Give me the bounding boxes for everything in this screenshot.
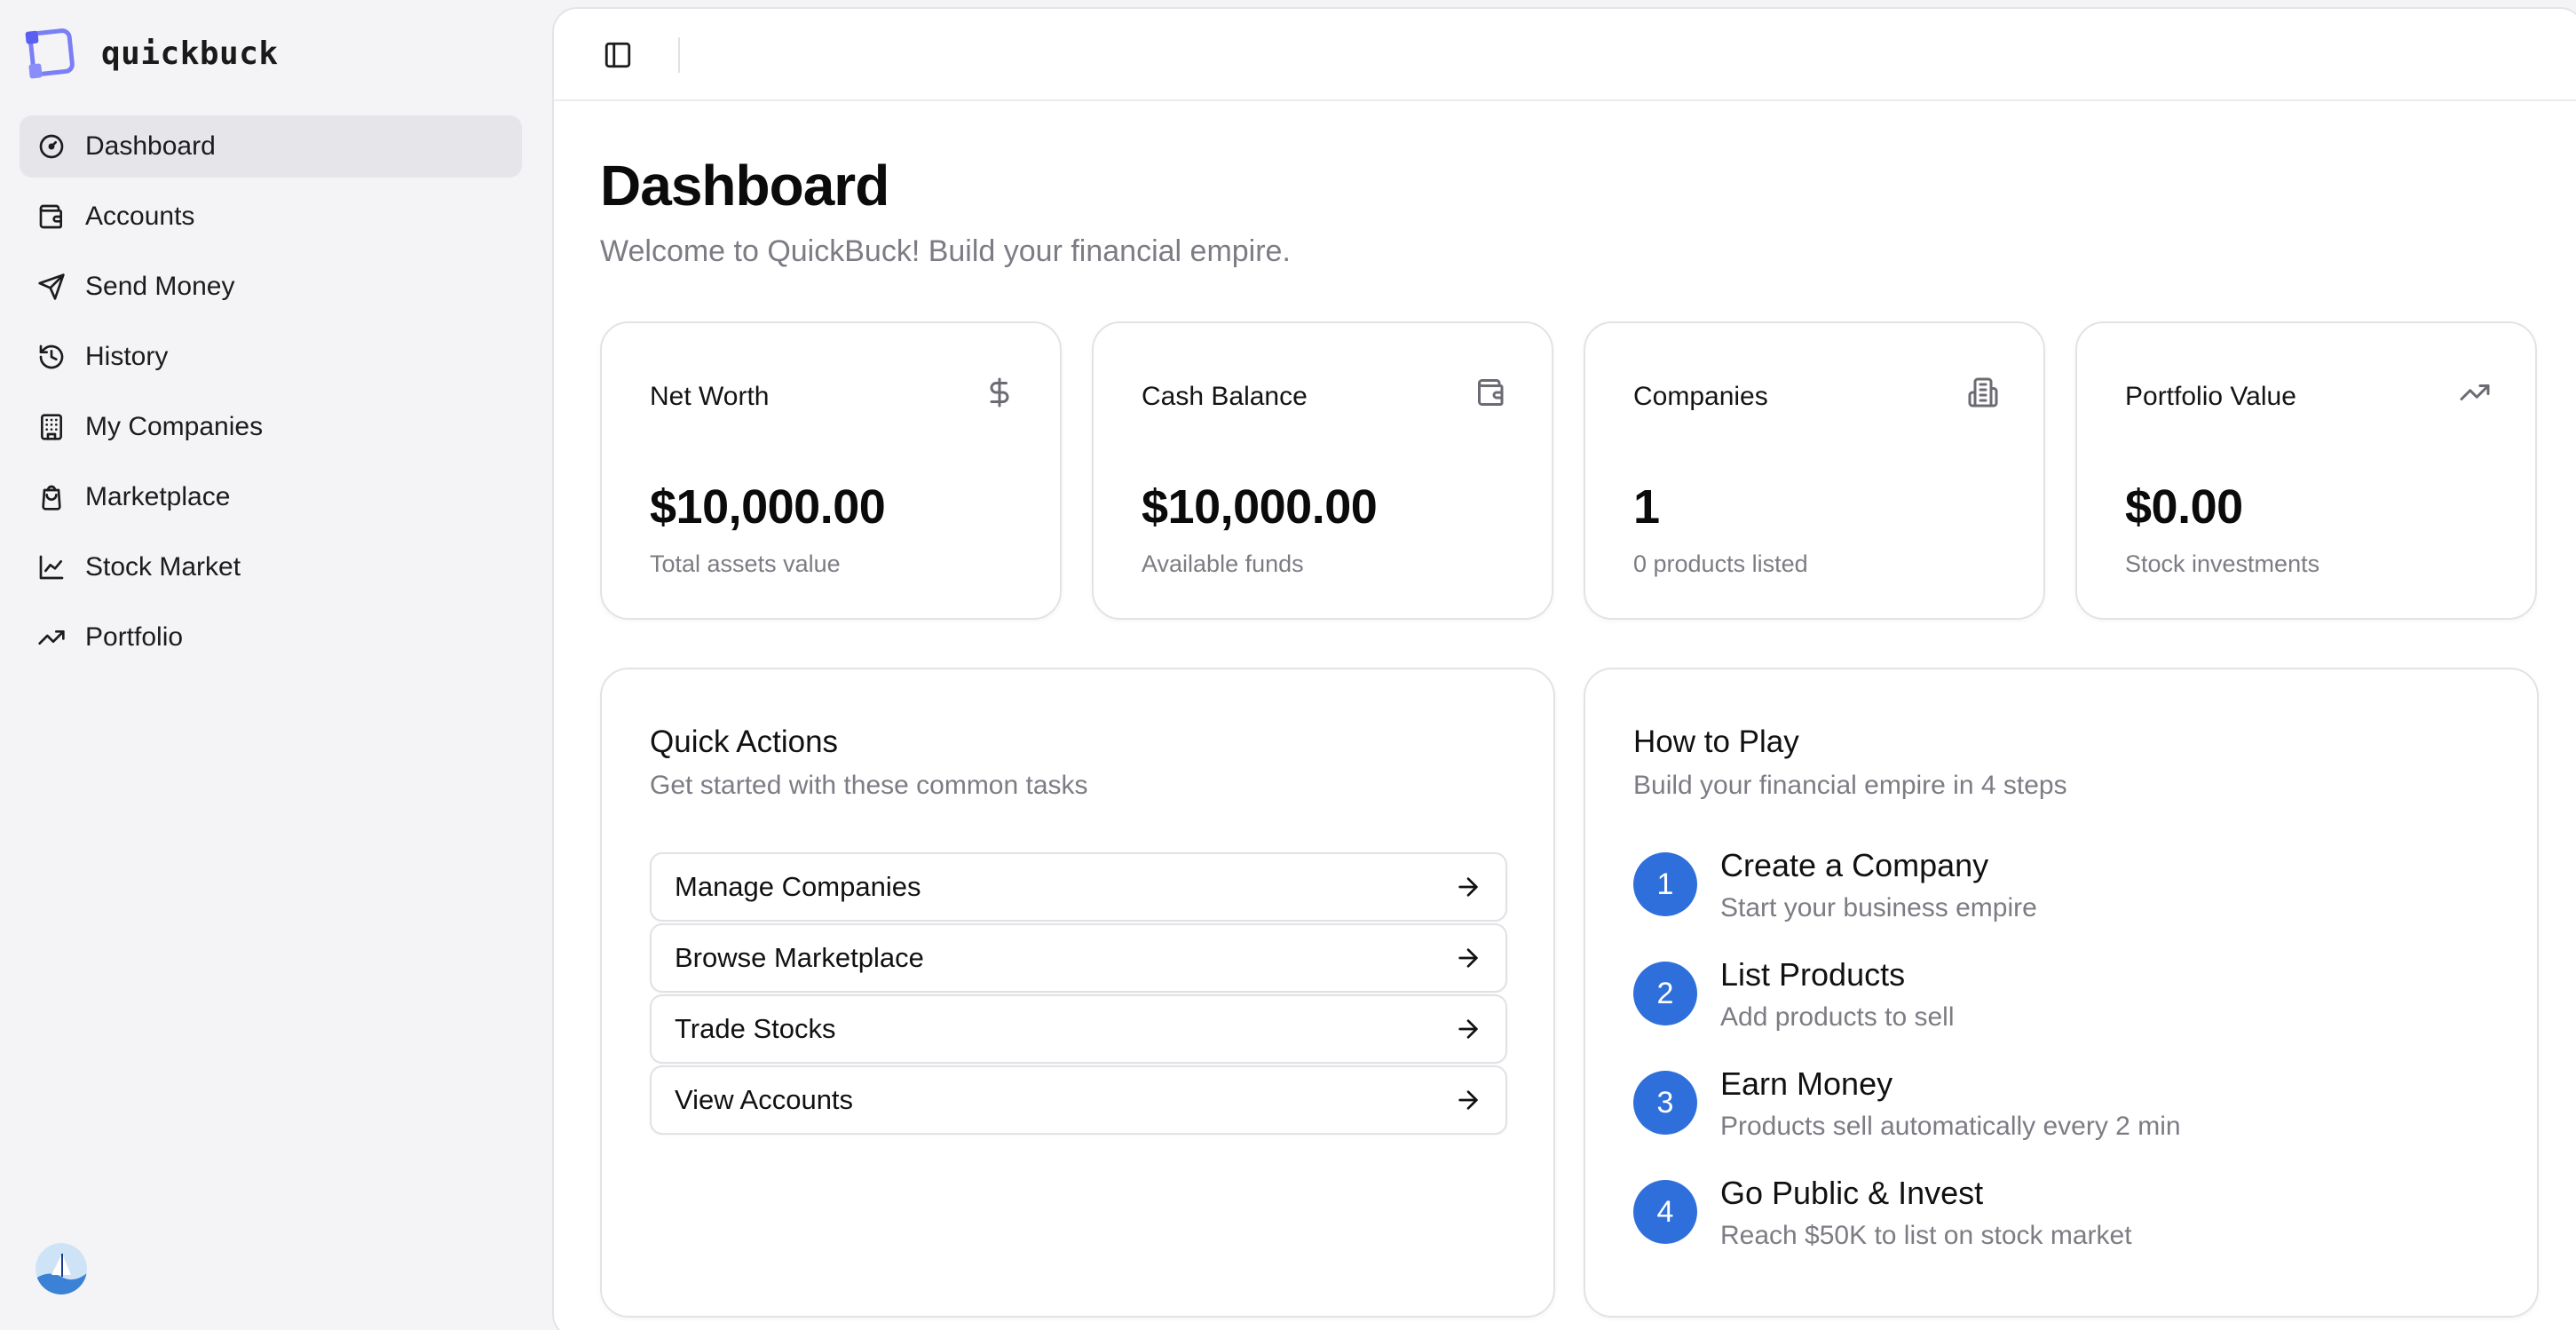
step-title: Create a Company (1720, 847, 1989, 883)
send-icon (37, 273, 66, 301)
stat-card-portfolio-value: Portfolio Value $0.00 Stock investments (2075, 321, 2537, 620)
stat-caption: Total assets value (650, 550, 841, 577)
main-panel: Dashboard Welcome to QuickBuck! Build yo… (552, 7, 2576, 1330)
line-chart-icon (37, 553, 66, 582)
stat-label: Portfolio Value (2125, 382, 2296, 411)
logo-icon (25, 27, 78, 80)
step-description: Reach $50K to list on stock market (1720, 1221, 2132, 1250)
panel-left-icon (603, 40, 633, 70)
stat-label: Companies (1633, 382, 1768, 411)
sidebar-item-marketplace[interactable]: Marketplace (20, 466, 522, 528)
step-title: Go Public & Invest (1720, 1175, 1984, 1211)
sidebar-item-send-money[interactable]: Send Money (20, 256, 522, 318)
stat-caption: Available funds (1142, 550, 1304, 577)
stat-card-cash-balance: Cash Balance $10,000.00 Available funds (1092, 321, 1553, 620)
step-item: 4 Go Public & Invest Reach $50K to list … (1633, 1175, 2181, 1258)
sidebar-item-label: Portfolio (85, 622, 184, 652)
sidebar-toggle-button[interactable] (595, 32, 641, 78)
stat-caption: 0 products listed (1633, 550, 1808, 577)
button-label: Manage Companies (675, 871, 921, 902)
step-number-badge: 3 (1633, 1071, 1697, 1135)
arrow-right-icon (1454, 873, 1482, 901)
history-icon (37, 343, 66, 371)
view-accounts-button[interactable]: View Accounts (650, 1065, 1507, 1135)
stat-value: $10,000.00 (1142, 480, 1378, 534)
stat-label: Net Worth (650, 382, 770, 411)
sidebar-item-label: My Companies (85, 412, 264, 441)
stat-caption: Stock investments (2125, 550, 2320, 577)
trending-up-icon (37, 623, 66, 652)
step-number-badge: 4 (1633, 1180, 1697, 1244)
button-label: Browse Marketplace (675, 942, 924, 973)
sidebar-item-label: Marketplace (85, 482, 231, 511)
quick-actions-subtitle: Get started with these common tasks (650, 771, 1088, 800)
button-label: View Accounts (675, 1084, 854, 1115)
stat-label: Cash Balance (1142, 382, 1308, 411)
shopping-bag-icon (37, 483, 66, 511)
brand[interactable]: quickbuck (25, 27, 279, 80)
sidebar-item-stock-market[interactable]: Stock Market (20, 536, 522, 598)
how-to-play-title: How to Play (1633, 724, 1799, 759)
sidebar-item-label: History (85, 342, 169, 371)
step-item: 2 List Products Add products to sell (1633, 956, 2181, 1040)
steps-list: 1 Create a Company Start your business e… (1633, 847, 2181, 1258)
step-number-badge: 2 (1633, 962, 1697, 1025)
how-to-play-subtitle: Build your financial empire in 4 steps (1633, 771, 2067, 800)
stat-card-companies: Companies 1 0 products listed (1584, 321, 2045, 620)
quick-actions-list: Manage Companies Browse Marketplace Trad… (650, 852, 1507, 1135)
browse-marketplace-button[interactable]: Browse Marketplace (650, 923, 1507, 993)
sidebar-item-label: Dashboard (85, 131, 216, 161)
page-subtitle: Welcome to QuickBuck! Build your financi… (600, 234, 1291, 268)
stat-value: $10,000.00 (650, 480, 886, 534)
step-number-badge: 1 (1633, 852, 1697, 916)
sidebar-nav: Dashboard Accounts Send Money History My… (20, 115, 522, 669)
sidebar-item-label: Accounts (85, 202, 195, 231)
topbar-divider (678, 37, 680, 73)
step-title: Earn Money (1720, 1065, 1893, 1102)
trade-stocks-button[interactable]: Trade Stocks (650, 994, 1507, 1064)
topbar (554, 9, 2576, 101)
sidebar-item-my-companies[interactable]: My Companies (20, 396, 522, 458)
arrow-right-icon (1454, 944, 1482, 972)
button-label: Trade Stocks (675, 1013, 836, 1044)
step-item: 3 Earn Money Products sell automatically… (1633, 1065, 2181, 1149)
sidebar-item-portfolio[interactable]: Portfolio (20, 606, 522, 669)
arrow-right-icon (1454, 1015, 1482, 1043)
arrow-right-icon (1454, 1086, 1482, 1114)
sidebar-item-label: Send Money (85, 272, 235, 301)
building-icon (37, 413, 66, 441)
gauge-icon (37, 132, 66, 161)
step-description: Start your business empire (1720, 893, 2037, 922)
stat-value: 1 (1633, 480, 1660, 534)
sidebar-item-accounts[interactable]: Accounts (20, 186, 522, 248)
step-description: Products sell automatically every 2 min (1720, 1112, 2181, 1141)
sidebar-item-label: Stock Market (85, 552, 241, 582)
sidebar: quickbuck Dashboard Accounts Send Money … (0, 0, 552, 1330)
quick-actions-title: Quick Actions (650, 724, 839, 759)
avatar[interactable] (36, 1243, 87, 1294)
stat-value: $0.00 (2125, 480, 2243, 534)
how-to-play-card: How to Play Build your financial empire … (1584, 668, 2539, 1318)
quick-actions-card: Quick Actions Get started with these com… (600, 668, 1555, 1318)
app-name: quickbuck (101, 35, 279, 72)
stat-card-net-worth: Net Worth $10,000.00 Total assets value (600, 321, 1062, 620)
step-title: List Products (1720, 956, 1906, 993)
wallet-icon (37, 202, 66, 231)
page-title: Dashboard (600, 154, 889, 218)
manage-companies-button[interactable]: Manage Companies (650, 852, 1507, 922)
step-description: Add products to sell (1720, 1002, 1955, 1032)
sidebar-item-history[interactable]: History (20, 326, 522, 388)
step-item: 1 Create a Company Start your business e… (1633, 847, 2181, 930)
sidebar-item-dashboard[interactable]: Dashboard (20, 115, 522, 178)
